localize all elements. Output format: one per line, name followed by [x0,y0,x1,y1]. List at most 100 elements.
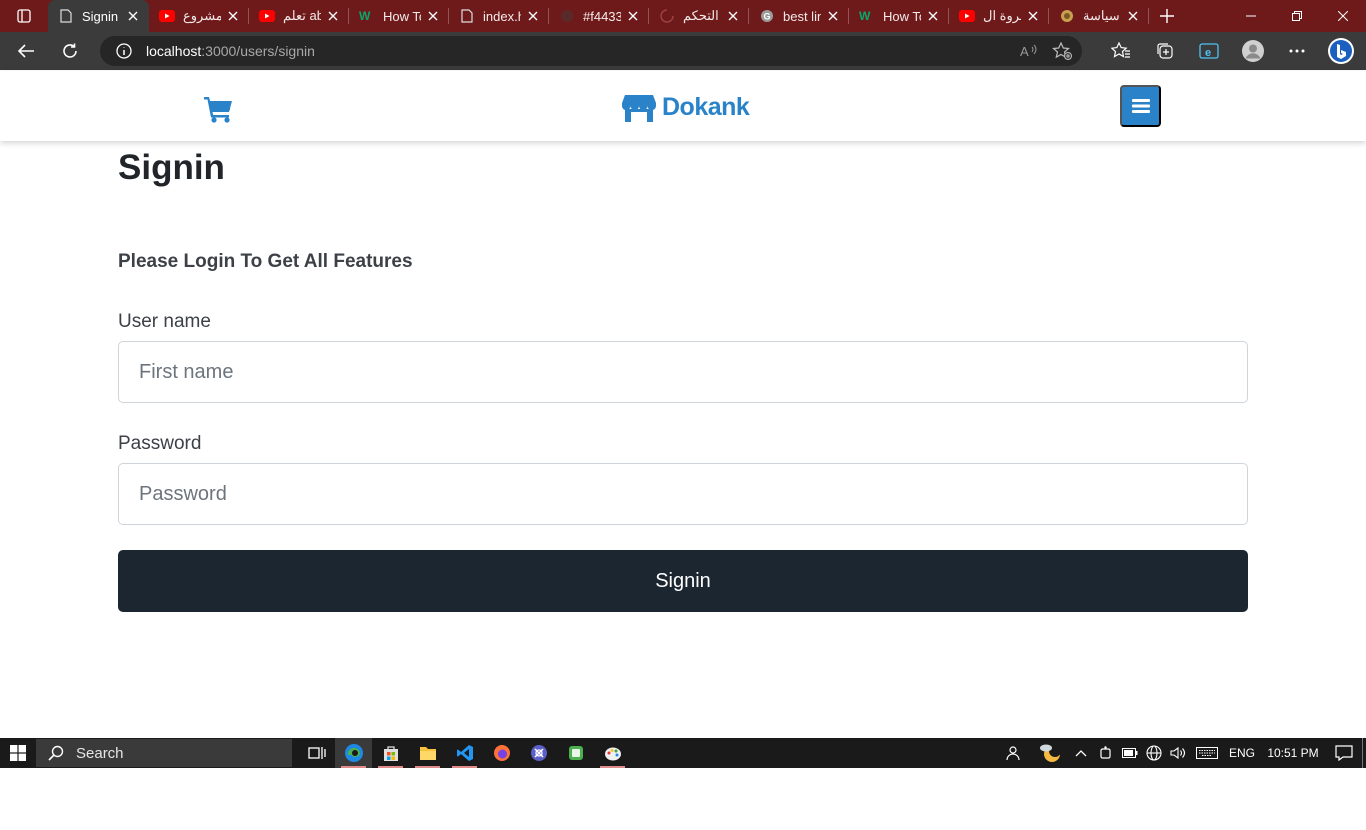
reload-button[interactable] [50,35,90,67]
add-favorite-icon[interactable] [1052,42,1072,60]
close-tab-icon[interactable] [325,8,341,24]
tab-6[interactable]: التحكم [649,0,749,32]
tab-title: مشروع [183,8,221,23]
tab-title: #f4433 [583,8,621,24]
show-desktop-button[interactable] [1362,738,1366,768]
password-input[interactable] [118,463,1248,525]
cart-icon[interactable] [204,95,234,123]
url-text[interactable]: localhost:3000/users/signin [146,43,315,59]
tab-8[interactable]: W How To [849,0,949,32]
close-tab-icon[interactable] [125,8,141,24]
tab-actions-button[interactable] [0,0,48,32]
w3schools-icon: W [359,8,375,24]
brand-logo[interactable]: Dokank [622,93,750,122]
youtube-icon [259,8,275,24]
store-app-button[interactable] [372,738,409,768]
weather-button[interactable] [1032,738,1068,768]
close-tab-icon[interactable] [525,8,541,24]
close-tab-icon[interactable] [1025,8,1041,24]
menu-toggle-button[interactable] [1120,85,1161,127]
info-icon[interactable] [116,43,132,59]
signin-button[interactable]: Signin [118,550,1248,612]
tab-10[interactable]: سياسة [1049,0,1149,32]
close-tab-icon[interactable] [1125,8,1141,24]
tab-2[interactable]: تعلم ab [249,0,349,32]
tab-5[interactable]: #f4433 [549,0,649,32]
close-window-button[interactable] [1320,0,1366,32]
edge-app-button[interactable] [335,738,372,768]
youtube-icon [959,8,975,24]
tab-3[interactable]: W How To [349,0,449,32]
clock[interactable]: 10:51 PM [1260,738,1326,768]
tab-7[interactable]: G best lin [749,0,849,32]
close-tab-icon[interactable] [925,8,941,24]
taskbar-search[interactable]: Search [36,739,292,767]
people-icon [1006,746,1020,761]
restore-button[interactable] [1274,0,1320,32]
svg-text:W: W [859,9,871,23]
weather-icon [1040,744,1061,762]
close-tab-icon[interactable] [725,8,741,24]
arrow-left-icon [17,44,34,58]
tab-1[interactable]: مشروع [149,0,249,32]
favorites-button[interactable] [1106,36,1136,66]
meet-now-button[interactable] [1094,738,1118,768]
read-aloud-icon[interactable]: A [1020,43,1038,59]
username-input[interactable] [118,341,1248,403]
tab-signin[interactable]: Signin [48,0,149,32]
tab-title: Signin [82,8,119,24]
paint-app-button[interactable] [594,738,631,768]
network-button[interactable] [1142,738,1166,768]
globe-icon [1146,745,1162,761]
language-text: ENG [1228,746,1255,760]
vscode-app-button[interactable] [446,738,483,768]
app-button-8[interactable] [557,738,594,768]
show-hidden-icons-button[interactable] [1068,738,1094,768]
more-menu-button[interactable] [1282,36,1312,66]
store-icon [622,94,656,122]
tab-title: التحكم [683,8,719,23]
volume-button[interactable] [1166,738,1190,768]
new-tab-button[interactable] [1149,0,1185,32]
password-label: Password [118,433,202,454]
plus-icon [1160,9,1174,23]
edge-ie-mode-button[interactable]: e [1194,36,1224,66]
browser-toolbar: localhost:3000/users/signin A e [0,32,1366,70]
restore-icon [1292,11,1302,21]
svg-text:W: W [359,9,371,23]
close-tab-icon[interactable] [625,8,641,24]
color-icon [559,8,575,24]
tab-4[interactable]: index.h [449,0,549,32]
touch-keyboard-button[interactable] [1190,738,1224,768]
search-icon [48,745,64,761]
file-explorer-button[interactable] [409,738,446,768]
start-button[interactable] [0,738,36,768]
close-tab-icon[interactable] [825,8,841,24]
app-button-7[interactable] [520,738,557,768]
close-tab-icon[interactable] [225,8,241,24]
battery-button[interactable] [1118,738,1142,768]
windows-taskbar: Search ENG 10:51 PM [0,738,1366,768]
favorites-icon [1111,42,1130,58]
task-view-button[interactable] [298,738,335,768]
page-icon [58,8,74,24]
form-subtitle: Please Login To Get All Features [118,251,413,272]
people-button[interactable] [996,738,1032,768]
minimize-button[interactable] [1228,0,1274,32]
close-icon [1338,11,1348,21]
tab-actions-icon [17,9,31,23]
svg-text:e: e [1205,47,1211,59]
collections-button[interactable] [1150,36,1180,66]
back-button[interactable] [6,35,46,67]
tab-title: index.h [483,8,521,24]
tab-9[interactable]: مروة ال [949,0,1049,32]
battery-icon [1122,748,1138,758]
address-bar[interactable]: localhost:3000/users/signin A [100,36,1082,66]
firefox-app-button[interactable] [483,738,520,768]
bing-copilot-button[interactable] [1326,36,1356,66]
profile-button[interactable] [1238,36,1268,66]
notifications-button[interactable] [1326,738,1362,768]
page-icon [459,8,475,24]
close-tab-icon[interactable] [425,8,441,24]
language-indicator[interactable]: ENG [1224,738,1260,768]
